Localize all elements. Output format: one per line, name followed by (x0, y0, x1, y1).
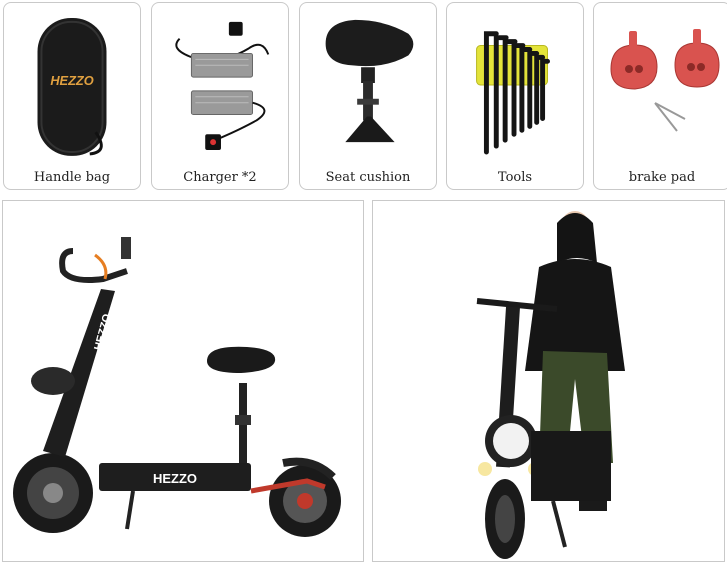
accessory-card-charger: Charger *2 (151, 2, 289, 190)
accessory-label: Tools (497, 170, 533, 185)
accessory-card-tools: Tools (446, 2, 584, 190)
accessory-label: Seat cushion (325, 170, 411, 185)
front-wheel (13, 453, 93, 533)
bag-logo: HEZZO (50, 73, 93, 88)
deck-brand: HEZZO (153, 471, 197, 486)
charger-image (175, 21, 270, 151)
scooter-side-view-image: HEZZO HEZZO (13, 237, 341, 537)
handlebar (59, 248, 128, 283)
deck (531, 431, 611, 501)
rider-photo-image (476, 211, 625, 559)
accessory-label: Charger *2 (183, 170, 257, 185)
accessory-card-brake-pad: brake pad (593, 2, 727, 190)
brake-pad-image (610, 29, 720, 132)
accessory-card-handle-bag: HEZZO Handle bag (3, 2, 141, 190)
plug (228, 21, 243, 36)
kickstand (125, 490, 135, 530)
headlight (31, 367, 75, 395)
scooter-side-view-panel: HEZZO HEZZO (2, 200, 364, 562)
accessory-card-seat: Seat cushion (299, 2, 437, 190)
handle-bag-image: HEZZO (37, 17, 107, 156)
tools-image (476, 31, 550, 155)
seat-image (325, 19, 414, 143)
rider-photo-panel (372, 200, 725, 562)
accessory-label: brake pad (628, 170, 696, 185)
seat (207, 346, 276, 373)
kickstand (551, 500, 567, 548)
accessory-label: Handle bag (33, 170, 111, 185)
